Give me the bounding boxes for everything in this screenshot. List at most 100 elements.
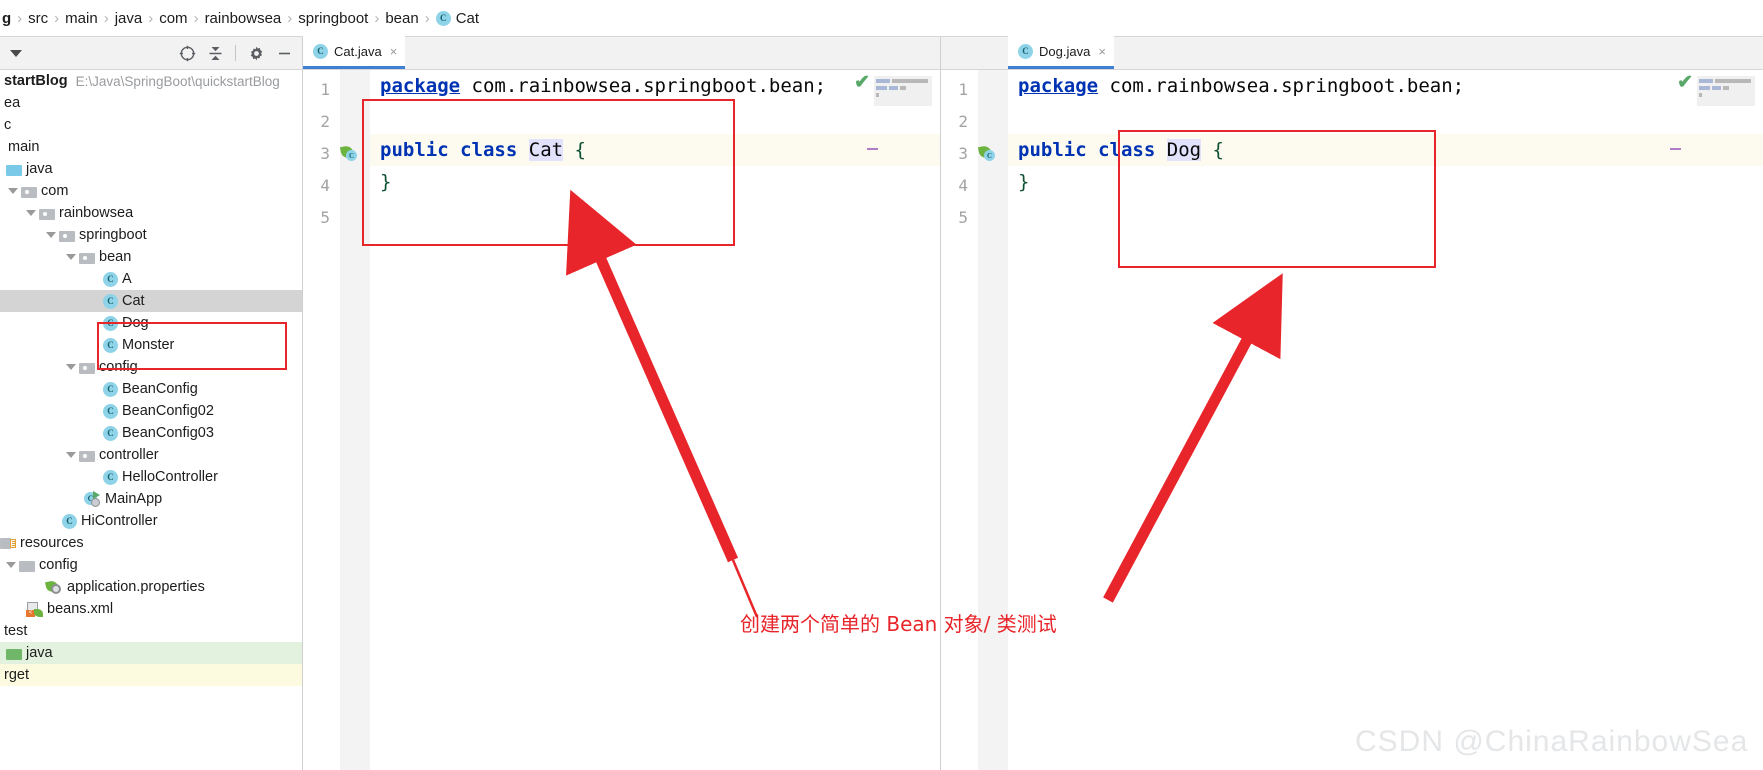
resources-folder-icon <box>0 537 16 550</box>
class-icon: C <box>103 315 118 331</box>
tree-row-class-hellocontroller[interactable]: C HelloController <box>0 466 302 488</box>
breadcrumb-item-bean[interactable]: bean <box>382 10 421 27</box>
select-opened-file-icon[interactable] <box>175 41 199 65</box>
breadcrumb-item-cat[interactable]: C Cat <box>433 10 482 27</box>
tree-label-application-properties: application.properties <box>67 579 205 595</box>
breadcrumb-item-rainbowsea[interactable]: rainbowsea <box>202 10 285 27</box>
tree-row-target[interactable]: rget <box>0 664 302 686</box>
tree-row-idea[interactable]: ea <box>0 92 302 114</box>
idea-window: g › src › main › java › com › rainbowsea… <box>0 0 1763 770</box>
breadcrumb-item-springboot[interactable]: springboot <box>295 10 371 27</box>
tree-row-class-dog[interactable]: C Dog <box>0 312 302 334</box>
tree-row-java-src[interactable]: java <box>0 158 302 180</box>
tree-row-resources[interactable]: resources <box>0 532 302 554</box>
chevron-down-icon[interactable] <box>6 562 16 568</box>
tree-label-rainbowsea: rainbowsea <box>59 205 134 221</box>
inspection-widget-left[interactable]: ✔ <box>854 73 932 106</box>
editor-gutter-left[interactable]: 1 2 3 4 5 C <box>303 70 370 770</box>
code-line-3: public class Dog { <box>1008 134 1763 166</box>
class-icon: C <box>313 43 328 59</box>
project-view-dropdown[interactable] <box>4 41 28 65</box>
close-icon[interactable]: × <box>1098 44 1106 59</box>
tree-row-project[interactable]: startBlog E:\Java\SpringBoot\quickstartB… <box>0 70 302 92</box>
tree-row-src[interactable]: c <box>0 114 302 136</box>
class-icon: C <box>103 469 118 485</box>
code-area-right[interactable]: 1 2 3 4 5 C package com.rainbowsea.sprin… <box>941 70 1763 770</box>
code-lines-right[interactable]: package com.rainbowsea.springboot.bean; … <box>1008 70 1763 770</box>
close-icon[interactable]: × <box>390 44 398 59</box>
breadcrumb-separator: › <box>148 9 154 27</box>
editor-gutter-right[interactable]: 1 2 3 4 5 C <box>941 70 1008 770</box>
keyword-public: public <box>380 139 449 161</box>
fold-strip[interactable] <box>978 70 1008 770</box>
code-line-3: public class Cat { <box>370 134 940 166</box>
tree-row-application-properties[interactable]: application.properties <box>0 576 302 598</box>
breadcrumb-item-project[interactable]: g <box>0 10 14 27</box>
tree-label-idea: ea <box>4 95 21 111</box>
collapse-all-icon[interactable] <box>203 41 227 65</box>
hide-tool-window-icon[interactable] <box>272 41 296 65</box>
tab-cat-java[interactable]: C Cat.java × <box>303 36 406 69</box>
tree-row-class-beanconfig[interactable]: C BeanConfig <box>0 378 302 400</box>
tree-row-class-beanconfig03[interactable]: C BeanConfig03 <box>0 422 302 444</box>
tree-label-class-beanconfig: BeanConfig <box>122 381 198 397</box>
source-folder-icon <box>6 163 22 176</box>
tree-label-com: com <box>41 183 69 199</box>
tree-row-class-hicontroller[interactable]: C HiController <box>0 510 302 532</box>
class-name-dog: Dog <box>1166 139 1202 161</box>
tree-row-controller-pkg[interactable]: controller <box>0 444 302 466</box>
tab-dog-java[interactable]: C Dog.java × <box>1008 36 1114 69</box>
breadcrumb-item-java[interactable]: java <box>112 10 146 27</box>
class-icon: C <box>103 381 118 397</box>
tree-row-main[interactable]: main <box>0 136 302 158</box>
fold-strip[interactable] <box>340 70 370 770</box>
tree-row-class-mainapp[interactable]: C MainApp <box>0 488 302 510</box>
settings-gear-icon[interactable] <box>244 41 268 65</box>
breadcrumb-item-com[interactable]: com <box>156 10 190 27</box>
project-tree[interactable]: startBlog E:\Java\SpringBoot\quickstartB… <box>0 70 302 770</box>
code-lines-left[interactable]: package com.rainbowsea.springboot.bean; … <box>370 70 940 770</box>
chevron-down-icon[interactable] <box>46 232 56 238</box>
tree-row-test[interactable]: test <box>0 620 302 642</box>
spring-bean-gutter-icon[interactable]: C <box>339 144 358 162</box>
inspection-widget-right[interactable]: ✔ <box>1677 72 1755 106</box>
tree-row-bean[interactable]: bean <box>0 246 302 268</box>
breadcrumb-item-main[interactable]: main <box>62 10 101 27</box>
tree-row-class-beanconfig02[interactable]: C BeanConfig02 <box>0 400 302 422</box>
editor-pane-left: C Cat.java × 1 2 3 4 5 C package com.rai… <box>303 36 940 770</box>
tree-row-resources-config[interactable]: config <box>0 554 302 576</box>
tree-row-class-cat[interactable]: C Cat <box>0 290 302 312</box>
chevron-down-icon[interactable] <box>66 452 76 458</box>
chevron-down-icon[interactable] <box>66 364 76 370</box>
line-number: 5 <box>320 208 330 227</box>
chevron-down-icon[interactable] <box>8 188 18 194</box>
tree-label-target: rget <box>4 667 29 683</box>
tree-project-path: E:\Java\SpringBoot\quickstartBlog <box>75 73 280 89</box>
tree-label-test: test <box>4 623 28 639</box>
chevron-down-icon[interactable] <box>66 254 76 260</box>
class-icon: C <box>103 271 118 287</box>
code-area-left[interactable]: 1 2 3 4 5 C package com.rainbowsea.sprin… <box>303 70 940 770</box>
tree-row-class-a[interactable]: C A <box>0 268 302 290</box>
inspection-ok-check-icon: ✔ <box>1677 72 1693 93</box>
spring-bean-gutter-icon[interactable]: C <box>977 144 996 162</box>
tree-label-project: startBlog <box>4 73 68 89</box>
package-folder-icon <box>79 251 95 264</box>
open-brace: { <box>574 139 586 161</box>
spring-properties-icon <box>44 579 63 595</box>
code-fold-collapse-icon[interactable] <box>1670 148 1681 150</box>
tree-row-config-pkg[interactable]: config <box>0 356 302 378</box>
spring-xml-icon: < <box>26 601 43 617</box>
package-folder-icon <box>79 449 95 462</box>
line-number: 2 <box>320 112 330 131</box>
tree-row-com[interactable]: com <box>0 180 302 202</box>
chevron-down-icon[interactable] <box>26 210 36 216</box>
tree-row-springboot[interactable]: springboot <box>0 224 302 246</box>
tree-row-class-monster[interactable]: C Monster <box>0 334 302 356</box>
tree-row-rainbowsea[interactable]: rainbowsea <box>0 202 302 224</box>
tree-row-test-java[interactable]: java <box>0 642 302 664</box>
breadcrumb-item-src[interactable]: src <box>25 10 51 27</box>
tree-row-beans-xml[interactable]: < beans.xml <box>0 598 302 620</box>
code-fold-collapse-icon[interactable] <box>867 148 878 150</box>
intention-bulb-icon[interactable] <box>386 107 400 125</box>
